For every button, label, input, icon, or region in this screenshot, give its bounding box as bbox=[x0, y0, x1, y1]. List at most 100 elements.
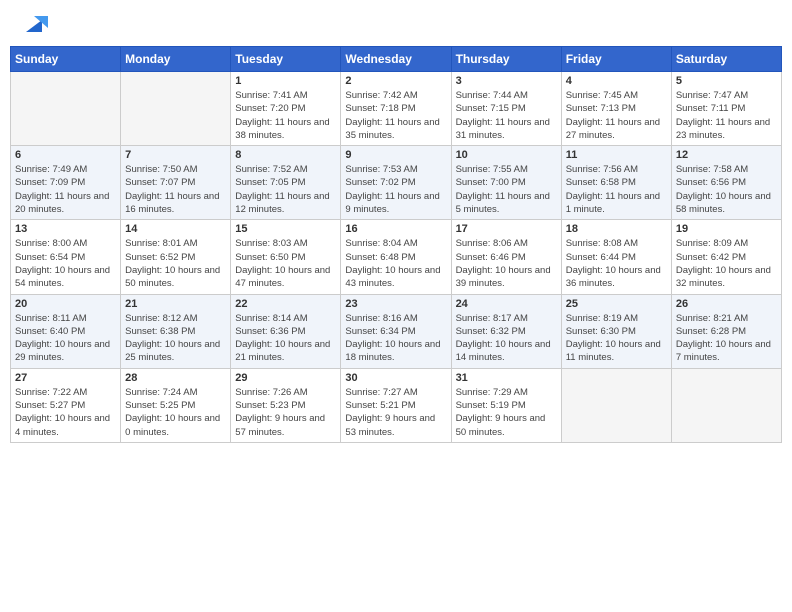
day-number: 30 bbox=[345, 372, 446, 384]
calendar-cell: 10 Sunrise: 7:55 AM Sunset: 7:00 PM Dayli… bbox=[451, 146, 561, 220]
calendar-cell bbox=[121, 72, 231, 146]
day-info: Sunrise: 8:01 AM Sunset: 6:52 PM Dayligh… bbox=[125, 237, 226, 290]
day-info: Sunrise: 7:27 AM Sunset: 5:21 PM Dayligh… bbox=[345, 386, 446, 439]
day-number: 8 bbox=[235, 149, 336, 161]
day-info: Sunrise: 7:53 AM Sunset: 7:02 PM Dayligh… bbox=[345, 163, 446, 216]
calendar-week-row: 20 Sunrise: 8:11 AM Sunset: 6:40 PM Dayli… bbox=[11, 294, 782, 368]
day-info: Sunrise: 7:47 AM Sunset: 7:11 PM Dayligh… bbox=[676, 89, 777, 142]
weekday-header: Monday bbox=[121, 47, 231, 72]
calendar-cell bbox=[561, 368, 671, 442]
day-number: 6 bbox=[15, 149, 116, 161]
day-info: Sunrise: 7:45 AM Sunset: 7:13 PM Dayligh… bbox=[566, 89, 667, 142]
day-number: 23 bbox=[345, 298, 446, 310]
calendar-cell: 5 Sunrise: 7:47 AM Sunset: 7:11 PM Daylig… bbox=[671, 72, 781, 146]
day-info: Sunrise: 7:55 AM Sunset: 7:00 PM Dayligh… bbox=[456, 163, 557, 216]
day-info: Sunrise: 7:22 AM Sunset: 5:27 PM Dayligh… bbox=[15, 386, 116, 439]
day-info: Sunrise: 8:21 AM Sunset: 6:28 PM Dayligh… bbox=[676, 312, 777, 365]
day-info: Sunrise: 8:17 AM Sunset: 6:32 PM Dayligh… bbox=[456, 312, 557, 365]
day-number: 4 bbox=[566, 75, 667, 87]
day-info: Sunrise: 7:49 AM Sunset: 7:09 PM Dayligh… bbox=[15, 163, 116, 216]
calendar-cell: 12Sunrise: 7:58 AM Sunset: 6:56 PM Dayli… bbox=[671, 146, 781, 220]
day-info: Sunrise: 8:11 AM Sunset: 6:40 PM Dayligh… bbox=[15, 312, 116, 365]
calendar-week-row: 1 Sunrise: 7:41 AM Sunset: 7:20 PM Daylig… bbox=[11, 72, 782, 146]
calendar-cell: 26 Sunrise: 8:21 AM Sunset: 6:28 PM Dayli… bbox=[671, 294, 781, 368]
day-info: Sunrise: 7:41 AM Sunset: 7:20 PM Dayligh… bbox=[235, 89, 336, 142]
day-number: 7 bbox=[125, 149, 226, 161]
day-info: Sunrise: 8:14 AM Sunset: 6:36 PM Dayligh… bbox=[235, 312, 336, 365]
day-info: Sunrise: 7:42 AM Sunset: 7:18 PM Dayligh… bbox=[345, 89, 446, 142]
day-number: 2 bbox=[345, 75, 446, 87]
day-info: Sunrise: 8:00 AM Sunset: 6:54 PM Dayligh… bbox=[15, 237, 116, 290]
calendar-cell: 16 Sunrise: 8:04 AM Sunset: 6:48 PM Dayli… bbox=[341, 220, 451, 294]
calendar-cell: 19 Sunrise: 8:09 AM Sunset: 6:42 PM Dayli… bbox=[671, 220, 781, 294]
day-info: Sunrise: 7:26 AM Sunset: 5:23 PM Dayligh… bbox=[235, 386, 336, 439]
calendar-cell: 8 Sunrise: 7:52 AM Sunset: 7:05 PM Daylig… bbox=[231, 146, 341, 220]
day-number: 20 bbox=[15, 298, 116, 310]
day-number: 27 bbox=[15, 372, 116, 384]
day-number: 16 bbox=[345, 223, 446, 235]
weekday-header: Sunday bbox=[11, 47, 121, 72]
calendar-cell: 28 Sunrise: 7:24 AM Sunset: 5:25 PM Dayli… bbox=[121, 368, 231, 442]
day-info: Sunrise: 7:56 AM Sunset: 6:58 PM Dayligh… bbox=[566, 163, 667, 216]
calendar-cell: 17Sunrise: 8:06 AM Sunset: 6:46 PM Dayli… bbox=[451, 220, 561, 294]
day-number: 15 bbox=[235, 223, 336, 235]
calendar-cell: 9 Sunrise: 7:53 AM Sunset: 7:02 PM Daylig… bbox=[341, 146, 451, 220]
calendar-header-row: SundayMondayTuesdayWednesdayThursdayFrid… bbox=[11, 47, 782, 72]
calendar-cell: 14 Sunrise: 8:01 AM Sunset: 6:52 PM Dayli… bbox=[121, 220, 231, 294]
calendar-cell: 23 Sunrise: 8:16 AM Sunset: 6:34 PM Dayli… bbox=[341, 294, 451, 368]
day-info: Sunrise: 8:09 AM Sunset: 6:42 PM Dayligh… bbox=[676, 237, 777, 290]
calendar-table: SundayMondayTuesdayWednesdayThursdayFrid… bbox=[10, 46, 782, 443]
day-number: 3 bbox=[456, 75, 557, 87]
day-info: Sunrise: 7:52 AM Sunset: 7:05 PM Dayligh… bbox=[235, 163, 336, 216]
day-number: 31 bbox=[456, 372, 557, 384]
calendar-cell: 25 Sunrise: 8:19 AM Sunset: 6:30 PM Dayli… bbox=[561, 294, 671, 368]
day-number: 13 bbox=[15, 223, 116, 235]
calendar-cell: 24 Sunrise: 8:17 AM Sunset: 6:32 PM Dayli… bbox=[451, 294, 561, 368]
day-number: 1 bbox=[235, 75, 336, 87]
day-info: Sunrise: 8:12 AM Sunset: 6:38 PM Dayligh… bbox=[125, 312, 226, 365]
weekday-header: Thursday bbox=[451, 47, 561, 72]
day-info: Sunrise: 8:19 AM Sunset: 6:30 PM Dayligh… bbox=[566, 312, 667, 365]
calendar-cell bbox=[11, 72, 121, 146]
logo-icon bbox=[20, 10, 48, 38]
day-number: 10 bbox=[456, 149, 557, 161]
day-number: 5 bbox=[676, 75, 777, 87]
day-number: 26 bbox=[676, 298, 777, 310]
page-header bbox=[10, 10, 782, 38]
calendar-cell: 21Sunrise: 8:12 AM Sunset: 6:38 PM Dayli… bbox=[121, 294, 231, 368]
calendar-cell: 13 Sunrise: 8:00 AM Sunset: 6:54 PM Dayli… bbox=[11, 220, 121, 294]
day-info: Sunrise: 8:16 AM Sunset: 6:34 PM Dayligh… bbox=[345, 312, 446, 365]
day-number: 19 bbox=[676, 223, 777, 235]
day-info: Sunrise: 7:50 AM Sunset: 7:07 PM Dayligh… bbox=[125, 163, 226, 216]
day-info: Sunrise: 7:29 AM Sunset: 5:19 PM Dayligh… bbox=[456, 386, 557, 439]
day-info: Sunrise: 8:04 AM Sunset: 6:48 PM Dayligh… bbox=[345, 237, 446, 290]
calendar-week-row: 13 Sunrise: 8:00 AM Sunset: 6:54 PM Dayli… bbox=[11, 220, 782, 294]
weekday-header: Wednesday bbox=[341, 47, 451, 72]
day-number: 14 bbox=[125, 223, 226, 235]
calendar-cell: 3 Sunrise: 7:44 AM Sunset: 7:15 PM Daylig… bbox=[451, 72, 561, 146]
calendar-cell: 27 Sunrise: 7:22 AM Sunset: 5:27 PM Dayli… bbox=[11, 368, 121, 442]
weekday-header: Tuesday bbox=[231, 47, 341, 72]
calendar-cell: 29 Sunrise: 7:26 AM Sunset: 5:23 PM Dayli… bbox=[231, 368, 341, 442]
day-info: Sunrise: 7:58 AM Sunset: 6:56 PM Dayligh… bbox=[676, 163, 777, 216]
calendar-cell: 15 Sunrise: 8:03 AM Sunset: 6:50 PM Dayli… bbox=[231, 220, 341, 294]
day-info: Sunrise: 7:24 AM Sunset: 5:25 PM Dayligh… bbox=[125, 386, 226, 439]
calendar-cell bbox=[671, 368, 781, 442]
calendar-cell: 4 Sunrise: 7:45 AM Sunset: 7:13 PM Daylig… bbox=[561, 72, 671, 146]
day-info: Sunrise: 8:08 AM Sunset: 6:44 PM Dayligh… bbox=[566, 237, 667, 290]
day-number: 18 bbox=[566, 223, 667, 235]
weekday-header: Friday bbox=[561, 47, 671, 72]
day-number: 11 bbox=[566, 149, 667, 161]
day-number: 25 bbox=[566, 298, 667, 310]
day-number: 28 bbox=[125, 372, 226, 384]
calendar-week-row: 6 Sunrise: 7:49 AM Sunset: 7:09 PM Daylig… bbox=[11, 146, 782, 220]
day-info: Sunrise: 7:44 AM Sunset: 7:15 PM Dayligh… bbox=[456, 89, 557, 142]
day-number: 24 bbox=[456, 298, 557, 310]
calendar-cell: 18 Sunrise: 8:08 AM Sunset: 6:44 PM Dayli… bbox=[561, 220, 671, 294]
day-number: 29 bbox=[235, 372, 336, 384]
calendar-cell: 1 Sunrise: 7:41 AM Sunset: 7:20 PM Daylig… bbox=[231, 72, 341, 146]
day-info: Sunrise: 8:03 AM Sunset: 6:50 PM Dayligh… bbox=[235, 237, 336, 290]
day-number: 9 bbox=[345, 149, 446, 161]
calendar-cell: 22Sunrise: 8:14 AM Sunset: 6:36 PM Dayli… bbox=[231, 294, 341, 368]
calendar-cell: 6 Sunrise: 7:49 AM Sunset: 7:09 PM Daylig… bbox=[11, 146, 121, 220]
